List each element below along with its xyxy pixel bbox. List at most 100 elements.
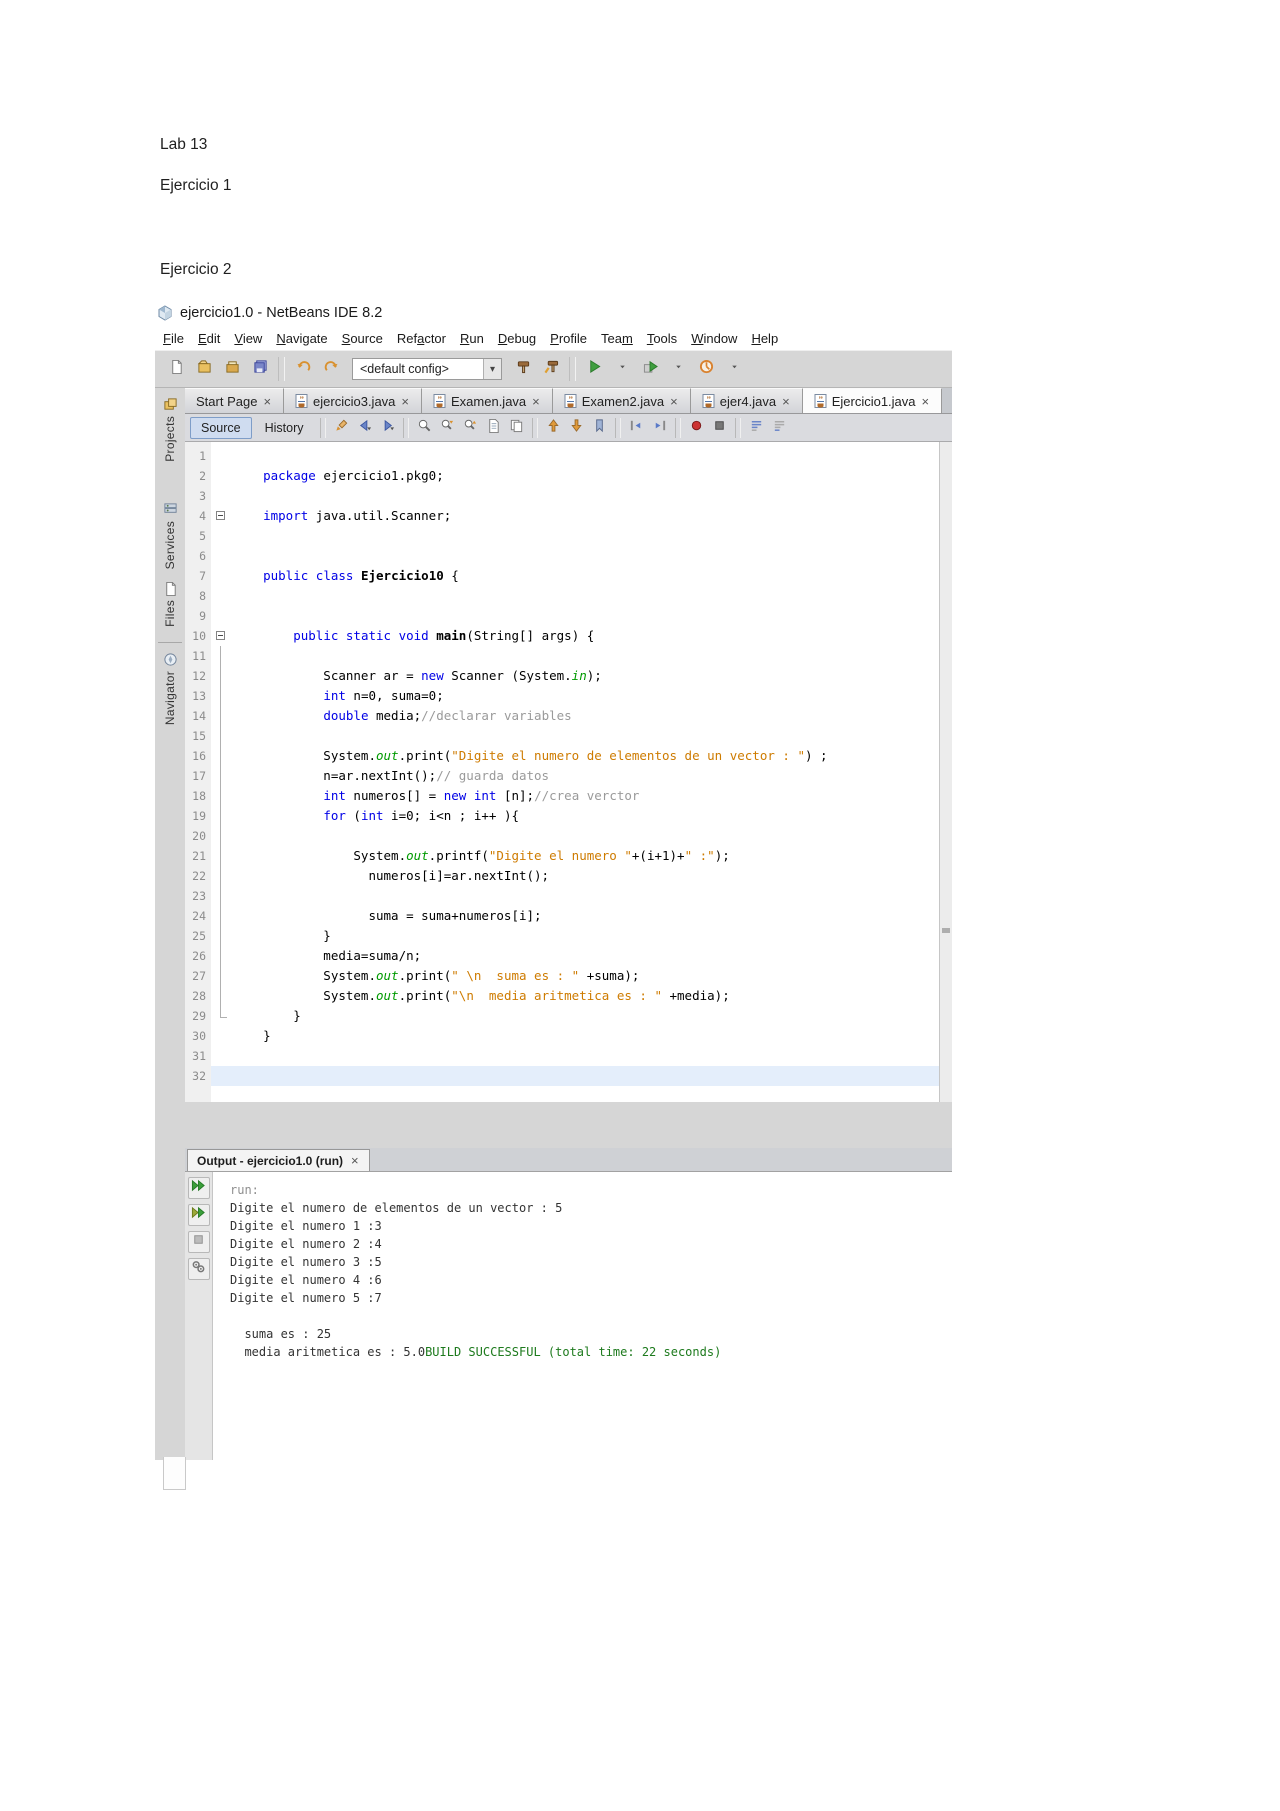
stop-build-button[interactable] — [187, 1231, 210, 1253]
close-output-icon[interactable]: × — [350, 1154, 360, 1167]
code-line-5[interactable]: 5 — [185, 526, 939, 546]
code-line-24[interactable]: 24 suma = suma+numeros[i]; — [185, 906, 939, 926]
close-tab-icon[interactable]: × — [669, 395, 679, 408]
close-tab-icon[interactable]: × — [531, 395, 541, 408]
build-settings-button[interactable] — [187, 1258, 210, 1280]
fold-toggle[interactable] — [211, 506, 233, 526]
shift-right-button[interactable] — [649, 417, 670, 438]
line-number[interactable]: 13 — [185, 686, 211, 706]
code-line-22[interactable]: 22 numeros[i]=ar.nextInt(); — [185, 866, 939, 886]
tab-ejer4-java[interactable]: ejer4.java × — [690, 388, 803, 413]
run-project-button[interactable] — [581, 356, 607, 382]
code-line-16[interactable]: 16 System.out.print("Digite el numero de… — [185, 746, 939, 766]
output-tab[interactable]: Output - ejercicio1.0 (run) × — [187, 1149, 370, 1171]
menu-edit[interactable]: Edit — [191, 328, 227, 349]
menu-debug[interactable]: Debug — [491, 328, 543, 349]
menu-tools[interactable]: Tools — [640, 328, 684, 349]
undo-button[interactable] — [290, 356, 316, 382]
menu-view[interactable]: View — [227, 328, 269, 349]
line-number[interactable]: 16 — [185, 746, 211, 766]
code-line-4[interactable]: 4 import java.util.Scanner; — [185, 506, 939, 526]
code-line-7[interactable]: 7 public class Ejercicio10 { — [185, 566, 939, 586]
menu-file[interactable]: File — [156, 328, 191, 349]
code-line-25[interactable]: 25 } — [185, 926, 939, 946]
close-tab-icon[interactable]: × — [400, 395, 410, 408]
code-line-18[interactable]: 18 int numeros[] = new int [n];//crea ve… — [185, 786, 939, 806]
line-number[interactable]: 6 — [185, 546, 211, 566]
line-number[interactable]: 9 — [185, 606, 211, 626]
sidebar-tab-projects[interactable]: Projects — [161, 394, 180, 465]
previous-bookmark-button[interactable] — [543, 417, 564, 438]
rerun-debug-button[interactable] — [187, 1204, 210, 1226]
source-view-button[interactable]: Source — [190, 416, 252, 439]
output-console[interactable]: run: Digite el numero de elementos de un … — [213, 1172, 952, 1460]
menu-help[interactable]: Help — [744, 328, 785, 349]
select-in-projects-button[interactable] — [483, 417, 504, 438]
stop-macro-button[interactable] — [709, 417, 730, 438]
open-project-button[interactable] — [219, 356, 245, 382]
code-line-30[interactable]: 30 } — [185, 1026, 939, 1046]
tab-start-page[interactable]: Start Page × — [185, 388, 285, 413]
menu-source[interactable]: Source — [335, 328, 390, 349]
code-line-23[interactable]: 23 — [185, 886, 939, 906]
toggle-bookmark-button[interactable] — [589, 417, 610, 438]
history-view-button[interactable]: History — [254, 417, 315, 439]
code-line-6[interactable]: 6 — [185, 546, 939, 566]
code-line-1[interactable]: 1 — [185, 446, 939, 466]
line-number[interactable]: 22 — [185, 866, 211, 886]
chevron-down-icon[interactable]: ▾ — [483, 359, 501, 379]
line-number[interactable]: 21 — [185, 846, 211, 866]
line-number[interactable]: 24 — [185, 906, 211, 926]
code-line-32[interactable]: 32 — [185, 1066, 939, 1086]
code-line-13[interactable]: 13 int n=0, suma=0; — [185, 686, 939, 706]
code-line-11[interactable]: 11 — [185, 646, 939, 666]
start-macro-button[interactable] — [686, 417, 707, 438]
line-number[interactable]: 12 — [185, 666, 211, 686]
last-edit-button[interactable] — [331, 417, 352, 438]
comment-button[interactable] — [746, 417, 767, 438]
shift-left-button[interactable] — [626, 417, 647, 438]
line-number[interactable]: 5 — [185, 526, 211, 546]
close-tab-icon[interactable]: × — [262, 395, 272, 408]
menu-window[interactable]: Window — [684, 328, 744, 349]
line-number[interactable]: 27 — [185, 966, 211, 986]
code-line-27[interactable]: 27 System.out.print(" \n suma es : " +su… — [185, 966, 939, 986]
line-number[interactable]: 20 — [185, 826, 211, 846]
code-line-12[interactable]: 12 Scanner ar = new Scanner (System.in); — [185, 666, 939, 686]
find-selection-button[interactable] — [414, 417, 435, 438]
menu-run[interactable]: Run — [453, 328, 491, 349]
profile-project-button[interactable] — [693, 356, 719, 382]
tab-examen2-java[interactable]: Examen2.java × — [552, 388, 691, 413]
forward-button[interactable] — [377, 417, 398, 438]
code-line-8[interactable]: 8 — [185, 586, 939, 606]
fold-toggle[interactable] — [211, 626, 233, 646]
back-button[interactable] — [354, 417, 375, 438]
chevron-down-button[interactable] — [665, 356, 691, 382]
code-line-14[interactable]: 14 double media;//declarar variables — [185, 706, 939, 726]
menu-navigate[interactable]: Navigate — [269, 328, 334, 349]
menu-team[interactable]: Team — [594, 328, 640, 349]
find-next-button[interactable] — [437, 417, 458, 438]
code-line-28[interactable]: 28 System.out.print("\n media aritmetica… — [185, 986, 939, 1006]
tab-ejercicio1-java[interactable]: Ejercicio1.java × — [802, 388, 943, 413]
code-line-19[interactable]: 19 for (int i=0; i<n ; i++ ){ — [185, 806, 939, 826]
code-editor[interactable]: 12 package ejercicio1.pkg0; 3 4 import jav… — [185, 442, 939, 1102]
line-number[interactable]: 8 — [185, 586, 211, 606]
new-project-button[interactable] — [191, 356, 217, 382]
line-number[interactable]: 10 — [185, 626, 211, 646]
new-file-button[interactable] — [163, 356, 189, 382]
line-number[interactable]: 28 — [185, 986, 211, 1006]
line-number[interactable]: 23 — [185, 886, 211, 906]
line-number[interactable]: 25 — [185, 926, 211, 946]
build-project-button[interactable] — [510, 356, 536, 382]
menu-profile[interactable]: Profile — [543, 328, 594, 349]
code-line-20[interactable]: 20 — [185, 826, 939, 846]
menu-refactor[interactable]: Refactor — [390, 328, 453, 349]
line-number[interactable]: 11 — [185, 646, 211, 666]
code-line-29[interactable]: 29 } — [185, 1006, 939, 1026]
next-bookmark-button[interactable] — [566, 417, 587, 438]
save-all-button[interactable] — [247, 356, 273, 382]
code-line-2[interactable]: 2 package ejercicio1.pkg0; — [185, 466, 939, 486]
line-number[interactable]: 1 — [185, 446, 211, 466]
code-line-31[interactable]: 31 — [185, 1046, 939, 1066]
